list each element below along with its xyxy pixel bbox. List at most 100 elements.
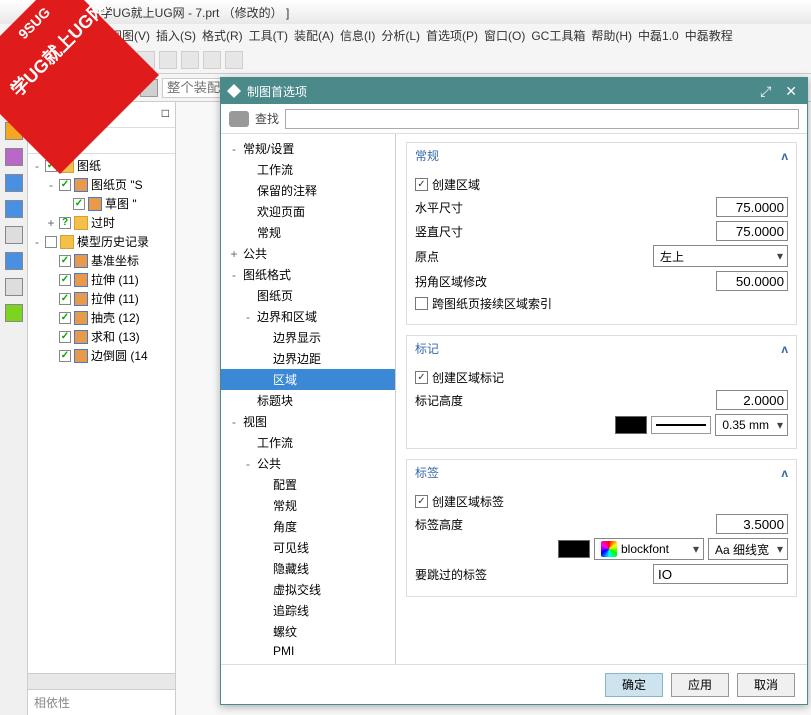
menu-item[interactable]: 装配(A) bbox=[294, 27, 334, 44]
menu-item[interactable]: 插入(S) bbox=[156, 27, 196, 44]
line-style-select[interactable] bbox=[651, 416, 711, 434]
dialog-tree-item[interactable]: -边界和区域 bbox=[221, 306, 395, 327]
search-input[interactable] bbox=[285, 109, 799, 129]
dialog-tree-item[interactable]: 常规 bbox=[221, 495, 395, 516]
dialog-tree-item[interactable]: 工作流 bbox=[221, 159, 395, 180]
cancel-button[interactable]: 取消 bbox=[737, 673, 795, 697]
label-height-input[interactable] bbox=[716, 514, 788, 534]
checkbox-icon[interactable]: ✓ bbox=[59, 179, 71, 191]
menu-item[interactable]: 中磊教程 bbox=[685, 27, 733, 44]
side-icon[interactable] bbox=[5, 148, 23, 166]
dialog-tree-item[interactable]: 区域 bbox=[221, 369, 395, 390]
dialog-tree-item[interactable]: 螺纹 bbox=[221, 621, 395, 642]
dialog-tree-item[interactable]: 配置 bbox=[221, 474, 395, 495]
side-icon[interactable] bbox=[5, 174, 23, 192]
tree-item[interactable]: -✓图纸页 "S bbox=[28, 175, 175, 194]
dialog-tree-item[interactable]: -常规/设置 bbox=[221, 138, 395, 159]
vert-size-input[interactable] bbox=[716, 221, 788, 241]
checkbox-icon[interactable]: ✓ bbox=[73, 198, 85, 210]
side-icon[interactable] bbox=[5, 226, 23, 244]
tree-item[interactable]: ✓求和 (13) bbox=[28, 327, 175, 346]
checkbox-icon[interactable]: ✓ bbox=[59, 293, 71, 305]
dialog-tree-item[interactable]: 保留的注释 bbox=[221, 180, 395, 201]
origin-select[interactable]: 左上 bbox=[653, 245, 788, 267]
nav-close-icon[interactable]: □ bbox=[162, 106, 169, 123]
expand-icon[interactable]: - bbox=[229, 268, 239, 282]
checkbox-icon[interactable]: ✓ bbox=[59, 255, 71, 267]
corner-mod-input[interactable] bbox=[716, 271, 788, 291]
side-icon[interactable] bbox=[5, 304, 23, 322]
dialog-tree-item[interactable]: 追踪线 bbox=[221, 600, 395, 621]
expand-icon[interactable]: - bbox=[229, 415, 239, 429]
side-icon[interactable] bbox=[5, 278, 23, 296]
dialog-tree-item[interactable]: +公共 bbox=[221, 243, 395, 264]
tree-item[interactable]: -模型历史记录 bbox=[28, 232, 175, 251]
tool-icon[interactable] bbox=[203, 51, 221, 69]
dialog-tree-item[interactable]: 图纸页 bbox=[221, 285, 395, 306]
section-header[interactable]: 常规 ʌ bbox=[407, 143, 796, 168]
menu-item[interactable]: 帮助(H) bbox=[591, 27, 632, 44]
marker-height-input[interactable] bbox=[716, 390, 788, 410]
tree-item[interactable]: ✓拉伸 (11) bbox=[28, 289, 175, 308]
line-width-select[interactable]: 0.35 mm bbox=[715, 414, 788, 436]
expand-icon[interactable]: + bbox=[229, 247, 239, 261]
apply-button[interactable]: 应用 bbox=[671, 673, 729, 697]
tool-icon[interactable] bbox=[181, 51, 199, 69]
menu-item[interactable]: 窗口(O) bbox=[484, 27, 525, 44]
menu-item[interactable]: 分析(L) bbox=[381, 27, 420, 44]
section-header[interactable]: 标签 ʌ bbox=[407, 460, 796, 485]
expand-icon[interactable]: - bbox=[32, 159, 42, 173]
create-marker-checkbox[interactable]: ✓ bbox=[415, 371, 428, 384]
side-icon[interactable] bbox=[5, 252, 23, 270]
tree-item[interactable]: +?过时 bbox=[28, 213, 175, 232]
menu-item[interactable]: 首选项(P) bbox=[426, 27, 478, 44]
menu-item[interactable]: GC工具箱 bbox=[531, 27, 585, 44]
expand-icon[interactable]: - bbox=[243, 457, 253, 471]
create-region-checkbox[interactable]: ✓ bbox=[415, 178, 428, 191]
checkbox-icon[interactable]: ✓ bbox=[59, 274, 71, 286]
dialog-tree-item[interactable]: 隐藏线 bbox=[221, 558, 395, 579]
menu-item[interactable]: 格式(R) bbox=[202, 27, 243, 44]
ok-button[interactable]: 确定 bbox=[605, 673, 663, 697]
dialog-tree-item[interactable]: 角度 bbox=[221, 516, 395, 537]
dialog-tree-item[interactable]: 工作流 bbox=[221, 432, 395, 453]
dialog-tree-item[interactable]: -图纸格式 bbox=[221, 264, 395, 285]
cross-sheet-checkbox[interactable] bbox=[415, 297, 428, 310]
close-icon[interactable]: ✕ bbox=[781, 83, 801, 100]
tree-item[interactable]: ✓草图 " bbox=[28, 194, 175, 213]
dialog-tree-item[interactable]: -公共 bbox=[221, 453, 395, 474]
dialog-tree-item[interactable]: 欢迎页面 bbox=[221, 201, 395, 222]
dialog-tree-item[interactable]: 边界边距 bbox=[221, 348, 395, 369]
dialog-tree-item[interactable]: 边界显示 bbox=[221, 327, 395, 348]
horiz-size-input[interactable] bbox=[716, 197, 788, 217]
expand-icon[interactable]: + bbox=[46, 216, 56, 230]
dialog-tree-item[interactable]: 常规 bbox=[221, 222, 395, 243]
dialog-tree-item[interactable]: -视图 bbox=[221, 411, 395, 432]
tool-icon[interactable] bbox=[225, 51, 243, 69]
expand-icon[interactable]: - bbox=[229, 142, 239, 156]
marker-color-swatch[interactable] bbox=[615, 416, 647, 434]
checkbox-icon[interactable]: ✓ bbox=[59, 312, 71, 324]
font-select[interactable]: blockfont bbox=[594, 538, 704, 560]
label-color-swatch[interactable] bbox=[558, 540, 590, 558]
skip-label-input[interactable] bbox=[653, 564, 788, 584]
expand-icon[interactable]: ⤢ bbox=[756, 83, 775, 100]
dialog-tree-item[interactable]: PMI bbox=[221, 642, 395, 660]
tree-item[interactable]: ✓拉伸 (11) bbox=[28, 270, 175, 289]
dialog-tree-item[interactable]: 虚拟交线 bbox=[221, 579, 395, 600]
create-label-checkbox[interactable]: ✓ bbox=[415, 495, 428, 508]
tree-item[interactable]: ✓边倒圆 (14 bbox=[28, 346, 175, 365]
dialog-tree-item[interactable]: 可见线 bbox=[221, 537, 395, 558]
checkbox-icon[interactable]: ✓ bbox=[59, 331, 71, 343]
tree-item[interactable]: ✓基准坐标 bbox=[28, 251, 175, 270]
section-header[interactable]: 标记 ʌ bbox=[407, 336, 796, 361]
expand-icon[interactable]: - bbox=[46, 178, 56, 192]
checkbox-icon[interactable] bbox=[45, 236, 57, 248]
tree-item[interactable]: ✓抽壳 (12) bbox=[28, 308, 175, 327]
checkbox-icon[interactable]: ✓ bbox=[59, 350, 71, 362]
expand-icon[interactable]: - bbox=[32, 235, 42, 249]
checkbox-icon[interactable]: ? bbox=[59, 217, 71, 229]
font-weight-select[interactable]: Aa 细线宽 bbox=[708, 538, 788, 560]
nav-footer[interactable]: 相依性 bbox=[28, 689, 175, 715]
dialog-tree-item[interactable]: 标题块 bbox=[221, 390, 395, 411]
